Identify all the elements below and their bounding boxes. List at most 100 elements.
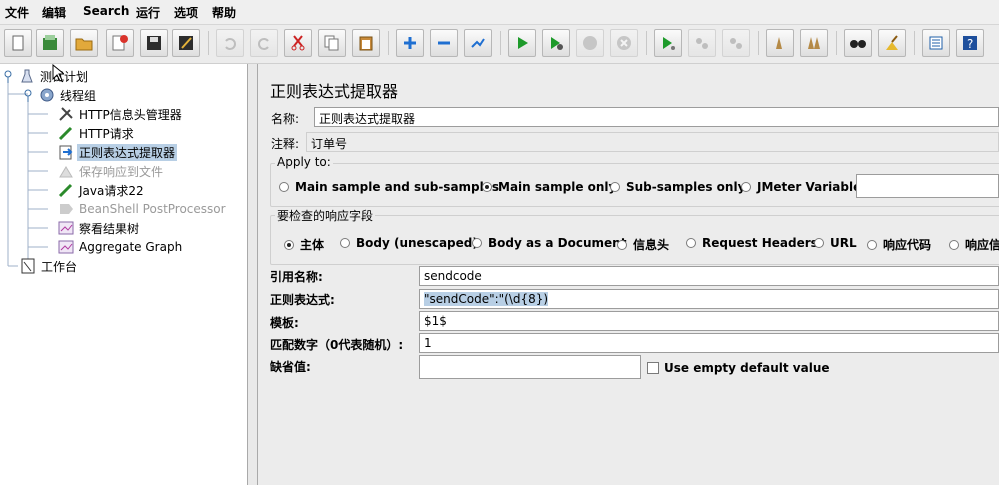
- comment-field[interactable]: 订单号: [306, 132, 999, 152]
- tree-toggle-icon[interactable]: [2, 68, 16, 84]
- radio-button[interactable]: [814, 238, 824, 248]
- radio-label: 主体: [300, 238, 325, 252]
- redo-icon[interactable]: [250, 29, 278, 57]
- tree-item-http-request[interactable]: HTTP请求: [58, 124, 136, 142]
- tree-item-beanshell-postprocessor[interactable]: BeanShell PostProcessor: [58, 200, 228, 218]
- radio-jmeter-variable[interactable]: JMeter Variable: [741, 180, 861, 194]
- tree-label: 线程组: [60, 88, 97, 103]
- tree-item-test-plan[interactable]: 测试计划: [2, 67, 90, 85]
- radio-request-headers[interactable]: Request Headers: [686, 236, 818, 250]
- match-number-field[interactable]: 1: [419, 333, 999, 353]
- shutdown-icon[interactable]: [610, 29, 638, 57]
- radio-button[interactable]: [482, 182, 492, 192]
- radio-label: URL: [830, 236, 857, 250]
- menu-help[interactable]: 帮助: [212, 4, 236, 21]
- post-processor-icon: [58, 144, 74, 160]
- menu-run[interactable]: 运行: [136, 4, 160, 21]
- save-as-icon[interactable]: [172, 29, 200, 57]
- menu-edit[interactable]: 编辑: [42, 4, 66, 21]
- tree-item-save-response[interactable]: 保存响应到文件: [58, 162, 165, 180]
- tree-item-regex-extractor[interactable]: 正则表达式提取器: [58, 143, 178, 161]
- radio-url[interactable]: URL: [814, 236, 857, 250]
- jmeter-variable-input[interactable]: [856, 174, 999, 198]
- remote-exit-icon[interactable]: [722, 29, 750, 57]
- open-icon[interactable]: [70, 29, 98, 57]
- close-icon[interactable]: [106, 29, 134, 57]
- save-icon[interactable]: [140, 29, 168, 57]
- menu-file[interactable]: 文件: [5, 4, 29, 21]
- match-number-label: 匹配数字（0代表随机）:: [270, 338, 404, 352]
- start-no-pause-icon[interactable]: [542, 29, 570, 57]
- radio-button[interactable]: [867, 239, 877, 250]
- checkbox-box[interactable]: [647, 362, 659, 374]
- copy-icon[interactable]: [318, 29, 346, 57]
- tree-item-java-request[interactable]: Java请求22: [58, 181, 146, 199]
- reset-search-icon[interactable]: [878, 29, 906, 57]
- radio-button[interactable]: [610, 182, 620, 192]
- radio-response-code[interactable]: 响应代码: [867, 236, 931, 253]
- tree-item-http-header-manager[interactable]: HTTP信息头管理器: [58, 105, 184, 123]
- thread-group-icon: [39, 87, 55, 103]
- radio-label: Request Headers: [702, 236, 818, 250]
- radio-label: JMeter Variable: [757, 180, 862, 194]
- menu-options[interactable]: 选项: [174, 4, 198, 21]
- split-pane-divider[interactable]: [248, 64, 258, 485]
- radio-button[interactable]: [617, 239, 627, 250]
- regex-value: "sendCode":"(\d{8}): [424, 292, 549, 306]
- radio-button[interactable]: [686, 238, 696, 248]
- reference-name-label: 引用名称:: [270, 270, 323, 284]
- help-icon[interactable]: ?: [956, 29, 984, 57]
- clear-all-icon[interactable]: [800, 29, 828, 57]
- function-helper-icon[interactable]: [922, 29, 950, 57]
- radio-sub-only[interactable]: Sub-samples only: [610, 180, 745, 194]
- templates-icon[interactable]: [36, 29, 64, 57]
- radio-headers[interactable]: 信息头: [617, 236, 669, 253]
- tree-item-thread-group[interactable]: 线程组: [22, 86, 98, 104]
- toolbar: ?: [0, 25, 999, 64]
- undo-icon[interactable]: [216, 29, 244, 57]
- paste-icon[interactable]: [352, 29, 380, 57]
- remote-start-icon[interactable]: [654, 29, 682, 57]
- toggle-icon[interactable]: [464, 29, 492, 57]
- radio-label: Body as a Document: [488, 236, 627, 250]
- name-field[interactable]: 正则表达式提取器: [314, 107, 999, 127]
- radio-button[interactable]: [279, 182, 289, 192]
- regex-field[interactable]: "sendCode":"(\d{8}): [419, 289, 999, 309]
- stop-icon[interactable]: [576, 29, 604, 57]
- apply-to-title: Apply to:: [275, 155, 333, 169]
- toolbar-separator: [914, 31, 915, 55]
- radio-label: Main sample only: [498, 180, 617, 194]
- collapse-icon[interactable]: [430, 29, 458, 57]
- radio-button[interactable]: [949, 239, 959, 250]
- radio-button[interactable]: [284, 239, 294, 250]
- search-icon[interactable]: [844, 29, 872, 57]
- tree-item-workbench[interactable]: 工作台: [20, 257, 79, 275]
- new-icon[interactable]: [4, 29, 32, 57]
- clear-icon[interactable]: [766, 29, 794, 57]
- use-empty-default-checkbox[interactable]: Use empty default value: [647, 361, 830, 375]
- cut-icon[interactable]: [284, 29, 312, 57]
- tree-item-aggregate-graph[interactable]: Aggregate Graph: [58, 238, 184, 256]
- workbench-icon: [20, 258, 36, 274]
- tree-label: 正则表达式提取器: [77, 143, 178, 161]
- radio-main-only[interactable]: Main sample only: [482, 180, 616, 194]
- expand-icon[interactable]: [396, 29, 424, 57]
- tree-item-view-results-tree[interactable]: 察看结果树: [58, 219, 141, 237]
- radio-body-unescaped[interactable]: Body (unescaped): [340, 236, 478, 250]
- radio-button[interactable]: [472, 238, 482, 248]
- remote-stop-icon[interactable]: [688, 29, 716, 57]
- radio-button[interactable]: [340, 238, 350, 248]
- test-plan-tree: 测试计划 线程组 HTTP信息头管理器 HTTP请求 正则表达式提取器 保存响应…: [0, 64, 248, 485]
- menu-search[interactable]: Search: [83, 4, 129, 18]
- start-icon[interactable]: [508, 29, 536, 57]
- reference-name-field[interactable]: sendcode: [419, 266, 999, 286]
- tree-toggle-icon[interactable]: [22, 87, 36, 103]
- template-label: 模板:: [270, 316, 299, 330]
- radio-body-as-document[interactable]: Body as a Document: [472, 236, 626, 250]
- default-value-field[interactable]: [419, 355, 641, 379]
- radio-button[interactable]: [741, 182, 751, 192]
- template-field[interactable]: $1$: [419, 311, 999, 331]
- radio-body[interactable]: 主体: [284, 236, 324, 253]
- radio-main-and-sub[interactable]: Main sample and sub-samples: [279, 180, 499, 194]
- radio-response-message[interactable]: 响应信息: [949, 236, 999, 253]
